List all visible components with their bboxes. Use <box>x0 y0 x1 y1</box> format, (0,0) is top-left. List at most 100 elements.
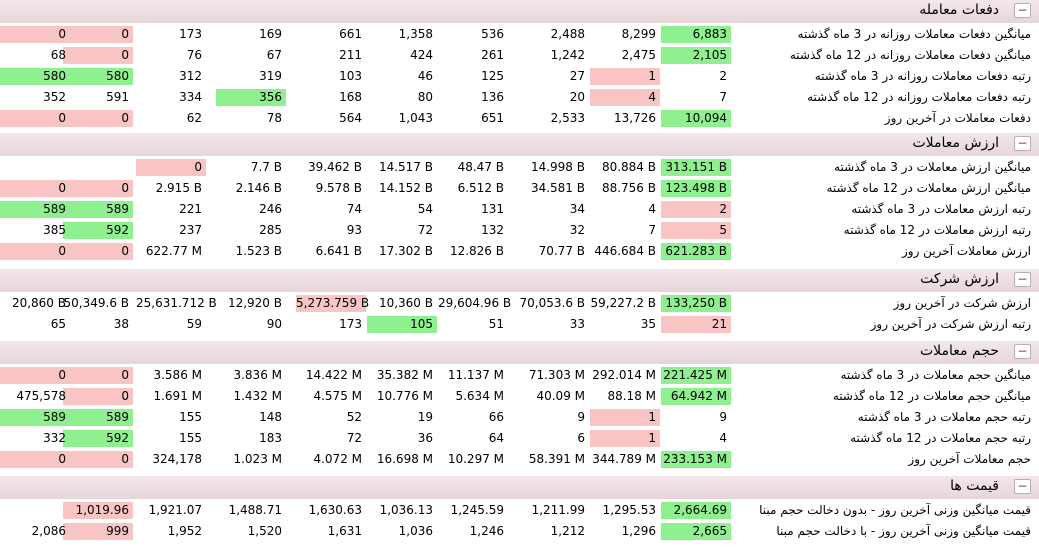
table-cell: 132 <box>481 223 504 237</box>
table-cell: 67 <box>266 48 282 62</box>
table-cell: 131 <box>481 202 504 216</box>
section-title: دفعات معامله <box>919 2 999 18</box>
table-cell: 0 <box>63 367 133 384</box>
table-cell: 27 <box>569 69 585 83</box>
section-header[interactable]: − قیمت ها <box>0 476 1039 500</box>
table-cell: 125 <box>481 69 504 83</box>
section-header[interactable]: − حجم معاملات <box>0 341 1039 365</box>
table-cell: 0 <box>63 180 133 197</box>
table-cell: 622.77 M <box>145 244 202 258</box>
table-cell: 65 <box>50 317 66 331</box>
table-cell: 78 <box>266 111 282 125</box>
table-cell: 6.641 B <box>315 244 362 258</box>
collapse-icon[interactable]: − <box>1014 3 1031 18</box>
table-cell: 1,211.99 <box>531 503 585 517</box>
table-cell: 173 <box>179 27 202 41</box>
table-cell: 1,043 <box>398 111 433 125</box>
table-cell: 0 <box>63 388 133 405</box>
table-cell: 80.884 B <box>601 160 656 174</box>
section-header[interactable]: − ارزش معاملات <box>0 133 1039 157</box>
table-cell: 1 <box>590 409 660 426</box>
table-cell: 10.776 M <box>376 389 433 403</box>
table-cell: 1,036 <box>398 524 433 538</box>
table-cell: 332 <box>43 431 66 445</box>
table-cell: 168 <box>339 90 362 104</box>
table-cell: 0 <box>0 451 70 468</box>
table-cell: 1.691 M <box>153 389 202 403</box>
row-label: رتبه حجم معاملات در 3 ماه گذشته <box>857 410 1031 424</box>
table-cell: 1,952 <box>167 524 202 538</box>
table-row: میانگین ارزش معاملات در 12 ماه گذشته 123.… <box>0 178 1039 199</box>
table-cell: 72 <box>417 223 433 237</box>
collapse-icon[interactable]: − <box>1014 136 1031 151</box>
table-cell: 344.789 M <box>592 452 656 466</box>
table-cell: 173 <box>339 317 362 331</box>
table-row: دفعات معاملات در آخرین روز 10,094 13,726 2,… <box>0 108 1039 129</box>
table-cell: 133,250 B <box>661 295 731 312</box>
table-cell: 352 <box>43 90 66 104</box>
row-label: میانگین حجم معاملات در 12 ماه گذشته <box>832 389 1031 403</box>
section-title: قیمت ها <box>950 478 999 494</box>
section-header[interactable]: − دفعات معامله <box>0 0 1039 24</box>
table-cell: 9.578 B <box>315 181 362 195</box>
table-cell: 292.014 M <box>592 368 656 382</box>
table-cell: 155 <box>179 431 202 445</box>
table-cell: 0 <box>0 26 70 43</box>
table-cell: 233.153 M <box>661 451 731 468</box>
table-row: رتبه ارزش معاملات در 3 ماه گذشته 2 4 34 131 5… <box>0 199 1039 220</box>
table-cell: 589 <box>0 409 70 426</box>
table-cell <box>0 502 70 519</box>
table-cell: 123.498 B <box>661 180 731 197</box>
table-cell: 1,488.71 <box>228 503 282 517</box>
table-cell: 261 <box>481 48 504 62</box>
table-cell: 13,726 <box>614 111 656 125</box>
table-cell: 62 <box>186 111 202 125</box>
table-cell: 0 <box>63 47 133 64</box>
table-cell: 2,475 <box>621 48 656 62</box>
table-cell: 324,178 <box>152 452 202 466</box>
table-cell: 661 <box>339 27 362 41</box>
table-cell: 4 <box>648 202 656 216</box>
table-cell: 7 <box>648 223 656 237</box>
table-cell: 7.7 B <box>250 160 282 174</box>
table-cell: 0 <box>0 367 70 384</box>
collapse-icon[interactable]: − <box>1014 479 1031 494</box>
section-title: حجم معاملات <box>919 343 999 359</box>
row-label: ارزش معاملات آخرین روز <box>901 244 1031 258</box>
row-label: رتبه دفعات معاملات روزانه در 3 ماه گذشته <box>814 69 1031 83</box>
table-cell: 52 <box>346 410 362 424</box>
table-cell: 2.146 B <box>235 181 282 195</box>
table-cell: 2,664.69 <box>661 502 731 519</box>
table-cell: 32 <box>569 223 585 237</box>
table-cell: 446.684 B <box>594 244 656 258</box>
table-row: میانگین حجم معاملات در 12 ماه گذشته 64.94… <box>0 386 1039 407</box>
table-cell: 51 <box>488 317 504 331</box>
table-cell: 1,296 <box>621 524 656 538</box>
table-cell: 334 <box>179 90 202 104</box>
table-cell: 20 <box>569 90 585 104</box>
table-row: میانگین ارزش معاملات در 3 ماه گذشته 313.1… <box>0 157 1039 178</box>
table-cell: 5 <box>661 222 731 239</box>
table-row: ارزش معاملات آخرین روز 621.283 B 446.684 B… <box>0 241 1039 262</box>
section-title: ارزش معاملات <box>912 135 999 151</box>
section-header[interactable]: − ارزش شرکت <box>0 269 1039 293</box>
table-cell: 1 <box>590 68 660 85</box>
table-cell: 183 <box>259 431 282 445</box>
table-cell: 1.523 B <box>235 244 282 258</box>
table-cell: 64.942 M <box>661 388 731 405</box>
table-cell: 385 <box>43 223 66 237</box>
table-cell: 1,246 <box>469 524 504 538</box>
table-cell: 38 <box>113 317 129 331</box>
table-cell: 589 <box>63 409 133 426</box>
table-cell: 14.998 B <box>530 160 585 174</box>
table-cell: 2,488 <box>550 27 585 41</box>
collapse-icon[interactable]: − <box>1014 272 1031 287</box>
table-cell: 0 <box>63 451 133 468</box>
table-cell: 35.382 M <box>376 368 433 382</box>
table-row: رتبه ارزش شرکت در آخرین روز 21 35 33 51 105 17… <box>0 314 1039 335</box>
table-cell: 74 <box>346 202 362 216</box>
collapse-icon[interactable]: − <box>1014 344 1031 359</box>
table-cell: 14.152 B <box>378 181 433 195</box>
table-cell: 0 <box>0 110 70 127</box>
table-cell: 155 <box>179 410 202 424</box>
